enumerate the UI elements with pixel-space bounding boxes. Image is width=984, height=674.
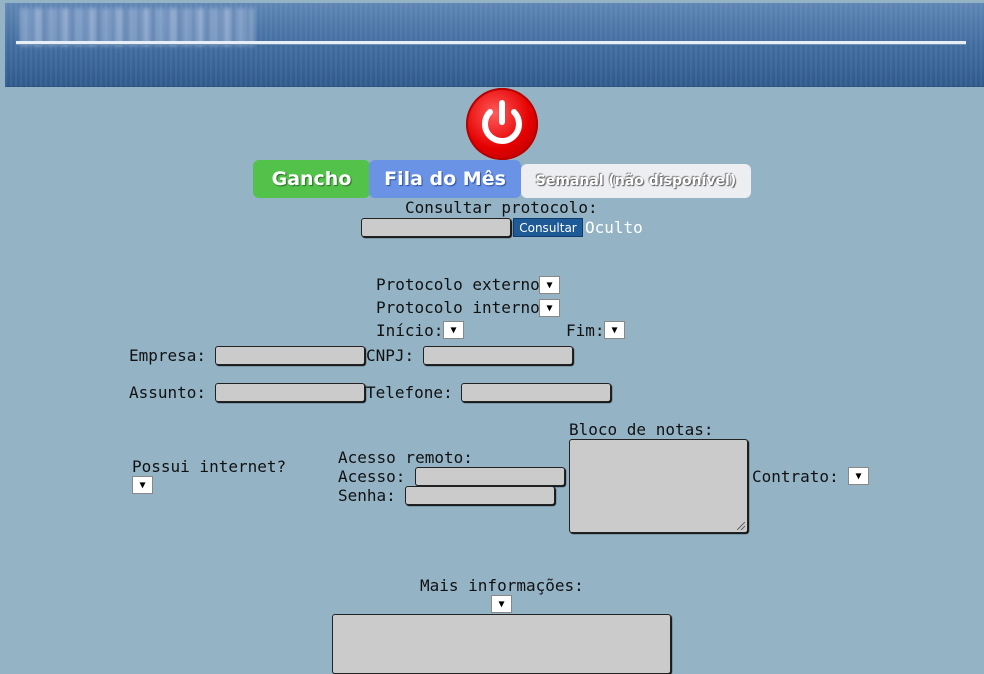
fim-label: Fim: [566, 321, 605, 340]
mais-informacoes-label: Mais informações: [420, 576, 584, 595]
inicio-dropdown[interactable]: ▼ [443, 321, 464, 339]
protocolo-search-input[interactable] [361, 218, 511, 237]
protocolo-interno-dropdown[interactable]: ▼ [539, 299, 560, 317]
oculto-status: Oculto [585, 218, 643, 237]
assunto-label: Assunto: [129, 383, 207, 402]
assunto-input[interactable] [215, 383, 365, 402]
cnpj-label: CNPJ: [366, 346, 415, 365]
consultar-button[interactable]: Consultar [513, 218, 583, 237]
telefone-label: Telefone: [366, 383, 453, 402]
acesso-label: Acesso: [338, 467, 406, 486]
chevron-down-icon: ▼ [498, 598, 505, 610]
chevron-down-icon: ▼ [139, 479, 146, 491]
protocolo-externo-label: Protocolo externo [376, 275, 540, 294]
acesso-input[interactable] [415, 467, 565, 486]
contrato-label: Contrato: [752, 467, 839, 486]
possui-internet-dropdown[interactable]: ▼ [132, 476, 153, 494]
fim-dropdown[interactable]: ▼ [604, 321, 625, 339]
bloco-notas-textarea[interactable] [569, 439, 748, 533]
tab-fila-do-mes[interactable]: Fila do Mês [369, 160, 521, 198]
tab-semanal: Semanal (não disponível) [521, 164, 751, 198]
empresa-label: Empresa: [129, 346, 207, 365]
bloco-notas-label: Bloco de notas: [569, 420, 714, 439]
mais-informacoes-textarea[interactable] [332, 614, 671, 674]
telefone-input[interactable] [461, 383, 611, 402]
empresa-input[interactable] [215, 346, 365, 365]
consultar-protocolo-label: Consultar protocolo: [405, 198, 598, 217]
chevron-down-icon: ▼ [546, 279, 553, 291]
power-icon [482, 100, 522, 145]
chevron-down-icon: ▼ [450, 324, 457, 336]
senha-input[interactable] [405, 486, 555, 505]
contrato-dropdown[interactable]: ▼ [848, 467, 869, 485]
chevron-down-icon: ▼ [855, 470, 862, 482]
chevron-down-icon: ▼ [546, 302, 553, 314]
tab-gancho[interactable]: Gancho [253, 160, 370, 198]
possui-internet-label: Possui internet? [132, 457, 287, 476]
chevron-down-icon: ▼ [611, 324, 618, 336]
protocolo-interno-label: Protocolo interno [376, 298, 540, 317]
resize-grip-icon[interactable] [737, 522, 745, 530]
protocolo-externo-dropdown[interactable]: ▼ [539, 276, 560, 294]
senha-label: Senha: [338, 486, 396, 505]
cnpj-input[interactable] [423, 346, 573, 365]
mais-informacoes-dropdown[interactable]: ▼ [491, 595, 512, 613]
inicio-label: Início: [376, 321, 444, 340]
header-divider [16, 41, 966, 44]
power-button[interactable] [466, 88, 538, 160]
acesso-remoto-label: Acesso remoto: [338, 448, 473, 467]
